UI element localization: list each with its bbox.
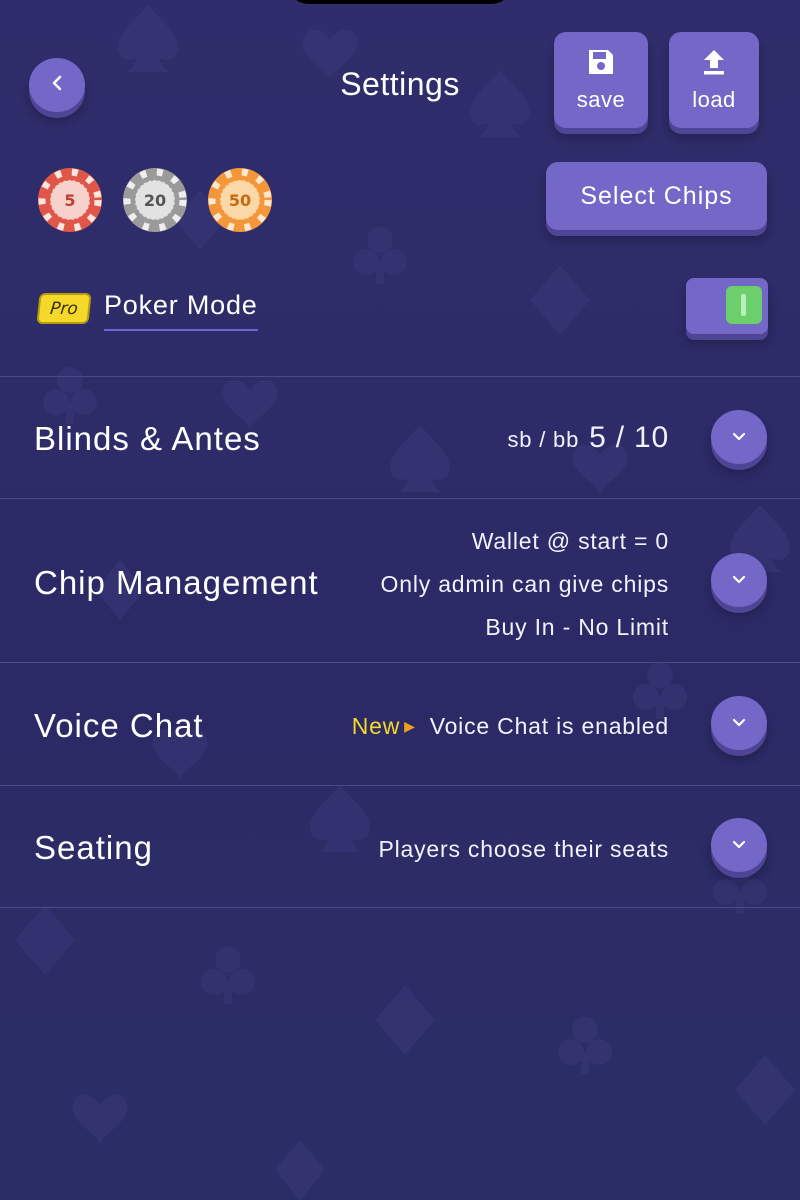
sb-bb-value: 5 / 10	[589, 421, 669, 454]
seating-title: Seating	[34, 829, 153, 866]
section-divider	[0, 907, 800, 908]
section-divider	[0, 376, 800, 377]
seating-status: Players choose their seats	[378, 836, 669, 862]
load-button[interactable]: load	[669, 32, 759, 128]
device-notch	[287, 0, 513, 4]
chip-value-label: 20	[144, 191, 166, 210]
pro-badge: Pro	[36, 293, 92, 324]
chip-50: 50	[207, 167, 273, 233]
chip-value-label: 50	[229, 191, 251, 210]
toggle-knob	[726, 286, 762, 324]
sb-bb-label: sb / bb	[507, 427, 580, 452]
section-divider	[0, 662, 800, 663]
chip-20: 20	[122, 167, 188, 233]
buy-in-text: Buy In - No Limit	[485, 614, 669, 640]
back-button[interactable]	[29, 58, 85, 112]
blinds-expand-button[interactable]	[711, 410, 767, 464]
seating-expand-button[interactable]	[711, 818, 767, 872]
voice-chat-summary: New ▶ Voice Chat is enabled	[352, 713, 669, 740]
blinds-summary: sb / bb 5 / 10	[507, 421, 669, 455]
chip-5: 5	[37, 167, 103, 233]
page-title: Settings	[340, 66, 460, 102]
chevron-down-icon	[731, 714, 747, 733]
voice-chat-status: Voice Chat is enabled	[429, 713, 669, 739]
section-divider	[0, 785, 800, 786]
voice-chat-expand-button[interactable]	[711, 696, 767, 750]
chip-management-expand-button[interactable]	[711, 553, 767, 607]
save-button[interactable]: save	[554, 32, 648, 128]
section-divider	[0, 498, 800, 499]
voice-chat-title: Voice Chat	[34, 707, 204, 744]
chevron-left-icon	[50, 75, 64, 95]
chevron-down-icon	[731, 571, 747, 590]
save-label: save	[576, 87, 626, 112]
chip-management-title: Chip Management	[34, 564, 319, 601]
chevron-down-icon	[731, 428, 747, 447]
chevron-down-icon	[731, 836, 747, 855]
load-label: load	[692, 87, 736, 112]
admin-chips-text: Only admin can give chips	[380, 571, 669, 597]
floppy-disk-icon	[586, 47, 616, 81]
wallet-start-text: Wallet @ start = 0	[471, 528, 669, 554]
chip-value-label: 5	[64, 191, 75, 210]
upload-icon	[700, 47, 728, 81]
poker-mode-toggle[interactable]	[686, 278, 768, 334]
triangle-right-icon: ▶	[404, 718, 416, 734]
poker-mode-label[interactable]: Poker Mode	[104, 290, 258, 331]
new-tag: New	[351, 713, 401, 739]
blinds-antes-title: Blinds & Antes	[34, 420, 261, 457]
select-chips-button[interactable]: Select Chips	[546, 162, 767, 230]
